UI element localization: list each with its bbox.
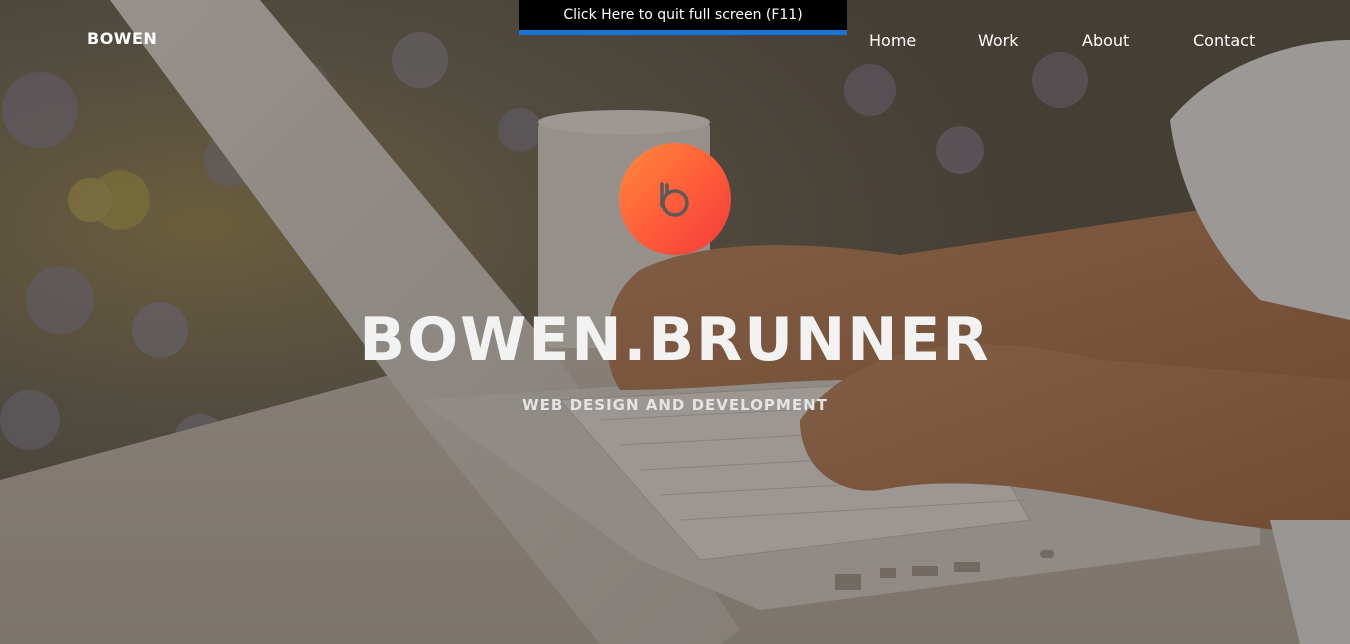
hero-subtitle: WEB DESIGN AND DEVELOPMENT (522, 396, 828, 414)
nav-about[interactable]: About (1082, 31, 1152, 50)
nav-home[interactable]: Home (869, 31, 939, 50)
nav-contact[interactable]: Contact (1193, 31, 1273, 50)
nav-work[interactable]: Work (978, 31, 1038, 50)
hero-section: BOWEN Home Work About Contact Click Here… (0, 0, 1350, 644)
hero-title: BOWEN.BRUNNER (359, 305, 991, 375)
quit-fullscreen-banner[interactable]: Click Here to quit full screen (F11) (519, 0, 847, 35)
site-brand[interactable]: BOWEN (87, 29, 157, 48)
b-monogram-icon (660, 182, 689, 217)
logo-badge (619, 143, 731, 255)
